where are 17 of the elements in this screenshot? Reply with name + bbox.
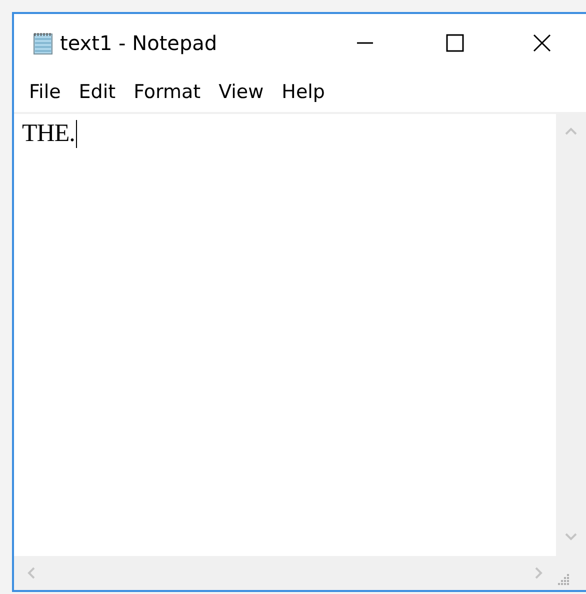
menu-item[interactable]: File [24,79,66,105]
resize-grip-icon[interactable] [556,572,570,586]
scroll-up-icon[interactable] [564,126,578,136]
menu-item[interactable]: Help [276,79,330,105]
menu-item[interactable]: View [214,79,269,105]
menu-item[interactable]: Format [128,79,206,105]
menu-item[interactable]: Edit [74,79,121,105]
close-icon [532,33,552,53]
scroll-down-icon[interactable] [564,532,578,542]
minimize-icon [357,42,373,44]
text-caret [76,120,78,148]
notepad-icon [32,31,54,55]
window-title: text1 - Notepad [60,31,218,55]
scroll-right-icon[interactable] [534,566,544,580]
text-area[interactable]: THE. [14,114,556,556]
scroll-left-icon[interactable] [26,566,36,580]
maximize-icon [445,33,465,53]
